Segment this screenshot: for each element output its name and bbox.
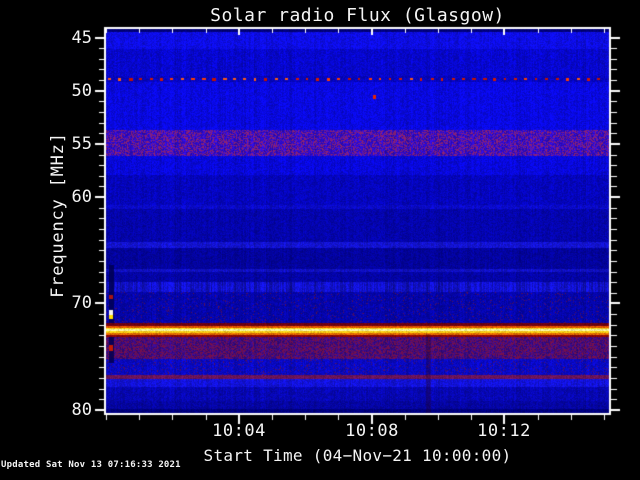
x-tick-label: 10:12 (477, 421, 531, 441)
x-axis-label: Start Time (04−Nov−21 10:00:00) (203, 446, 512, 465)
plot-title: Solar radio Flux (Glasgow) (210, 5, 505, 26)
y-tick-label: 55 (71, 134, 92, 154)
y-tick-label: 60 (71, 187, 92, 207)
y-tick-label: 45 (71, 28, 92, 48)
x-tick-label: 10:08 (345, 421, 399, 441)
y-tick-label: 70 (71, 293, 92, 313)
x-tick-label: 10:04 (212, 421, 266, 441)
y-axis-label: Frequency [MHz] (48, 132, 68, 298)
solar-radio-flux-plot: Solar radio Flux (Glasgow) Frequency [MH… (0, 0, 640, 480)
y-tick-label: 50 (71, 81, 92, 101)
y-tick-label: 80 (71, 400, 92, 420)
updated-timestamp: Updated Sat Nov 13 07:16:33 2021 (1, 460, 181, 470)
spectrogram-canvas (0, 0, 640, 480)
